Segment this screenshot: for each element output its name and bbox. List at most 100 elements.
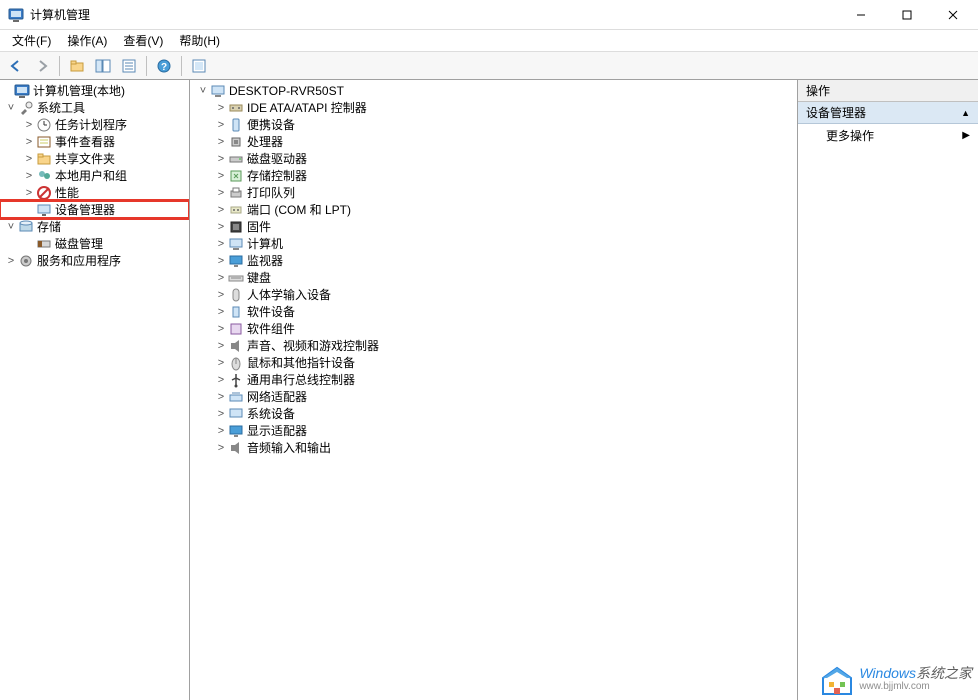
device-item-13[interactable]: >软件组件: [190, 320, 797, 337]
tree-expander[interactable]: >: [214, 289, 228, 301]
device-item-10[interactable]: > 键盘: [190, 269, 797, 286]
left-tree-item-0-2[interactable]: >共享文件夹: [0, 150, 189, 167]
tree-expander[interactable]: >: [214, 323, 228, 335]
device-item-15[interactable]: >鼠标和其他指针设备: [190, 354, 797, 371]
menu-view[interactable]: 查看(V): [115, 30, 171, 51]
device-item-17[interactable]: >网络适配器: [190, 388, 797, 405]
tree-expander[interactable]: >: [214, 442, 228, 454]
tree-expander[interactable]: >: [214, 153, 228, 165]
device-item-4[interactable]: >存储控制器: [190, 167, 797, 184]
device-item-20[interactable]: >音频输入和输出: [190, 439, 797, 456]
hid-icon: [228, 287, 244, 303]
device-item-7[interactable]: >固件: [190, 218, 797, 235]
tree-expander[interactable]: >: [214, 170, 228, 182]
device-item-12[interactable]: >软件设备: [190, 303, 797, 320]
tree-root-computer-mgmt[interactable]: 计算机管理(本地): [0, 82, 189, 99]
tree-expander[interactable]: >: [214, 408, 228, 420]
tree-expander[interactable]: >: [214, 391, 228, 403]
tree-label: 设备管理器: [55, 201, 115, 218]
left-tree-item-1-0[interactable]: 磁盘管理: [0, 235, 189, 252]
minimize-button[interactable]: [838, 0, 884, 29]
left-tree-item-0-4[interactable]: >性能: [0, 184, 189, 201]
tree-label: 通用串行总线控制器: [247, 371, 355, 388]
window-title: 计算机管理: [30, 6, 838, 23]
svg-text:?: ?: [161, 62, 167, 73]
system-icon: [228, 406, 244, 422]
tree-expander[interactable]: >: [214, 221, 228, 233]
toolbar: ?: [0, 52, 978, 80]
tree-expander[interactable]: >: [214, 340, 228, 352]
tree-expander[interactable]: >: [214, 238, 228, 250]
actions-section-device-manager[interactable]: 设备管理器 ▲: [798, 102, 978, 124]
tree-label: 事件查看器: [55, 133, 115, 150]
help-button[interactable]: ?: [152, 54, 176, 78]
tree-expander[interactable]: >: [22, 170, 36, 182]
close-button[interactable]: [930, 0, 976, 29]
app-icon: [8, 7, 24, 23]
tree-expander[interactable]: >: [214, 204, 228, 216]
menu-file[interactable]: 文件(F): [4, 30, 59, 51]
left-tree-item-0-0[interactable]: >任务计划程序: [0, 116, 189, 133]
device-item-3[interactable]: >磁盘驱动器: [190, 150, 797, 167]
device-item-6[interactable]: >端口 (COM 和 LPT): [190, 201, 797, 218]
left-tree-item-0-5[interactable]: 设备管理器: [0, 201, 189, 218]
house-icon: [821, 664, 853, 696]
left-tree-item-0[interactable]: ˅系统工具: [0, 99, 189, 116]
tree-expander[interactable]: >: [22, 136, 36, 148]
left-tree-item-2[interactable]: >服务和应用程序: [0, 252, 189, 269]
toolbar-separator: [59, 56, 60, 76]
tree-expander[interactable]: >: [214, 136, 228, 148]
device-item-5[interactable]: >打印队列: [190, 184, 797, 201]
device-item-9[interactable]: > 监视器: [190, 252, 797, 269]
display-icon: [228, 423, 244, 439]
tree-expander[interactable]: >: [214, 357, 228, 369]
shared-folders-icon: [36, 151, 52, 167]
tree-expander[interactable]: >: [214, 255, 228, 267]
tree-expander[interactable]: ˅: [196, 85, 210, 97]
tree-label: 键盘: [247, 269, 271, 286]
device-item-0[interactable]: >IDE ATA/ATAPI 控制器: [190, 99, 797, 116]
menu-action[interactable]: 操作(A): [59, 30, 115, 51]
device-item-8[interactable]: >计算机: [190, 235, 797, 252]
tree-expander[interactable]: ˅: [4, 102, 18, 114]
show-hide-tree-button[interactable]: [91, 54, 115, 78]
tree-expander[interactable]: >: [22, 187, 36, 199]
menu-help[interactable]: 帮助(H): [171, 30, 228, 51]
actions-header: 操作: [798, 80, 978, 102]
actions-more[interactable]: 更多操作 ▶: [798, 124, 978, 146]
tree-expander[interactable]: >: [214, 272, 228, 284]
device-item-18[interactable]: >系统设备: [190, 405, 797, 422]
refresh-button[interactable]: [187, 54, 211, 78]
left-tree-item-1[interactable]: ˅存储: [0, 218, 189, 235]
tree-expander[interactable]: >: [214, 374, 228, 386]
tree-expander[interactable]: >: [22, 153, 36, 165]
device-tree-root[interactable]: ˅DESKTOP-RVR50ST: [190, 82, 797, 99]
left-tree-item-0-1[interactable]: > 事件查看器: [0, 133, 189, 150]
maximize-button[interactable]: [884, 0, 930, 29]
back-button[interactable]: [4, 54, 28, 78]
device-item-1[interactable]: >便携设备: [190, 116, 797, 133]
tree-expander[interactable]: ˅: [4, 221, 18, 233]
tree-label: 监视器: [247, 252, 283, 269]
device-item-16[interactable]: > 通用串行总线控制器: [190, 371, 797, 388]
forward-button[interactable]: [30, 54, 54, 78]
menubar: 文件(F) 操作(A) 查看(V) 帮助(H): [0, 30, 978, 52]
disk-mgmt-icon: [36, 236, 52, 252]
tree-expander[interactable]: >: [214, 102, 228, 114]
left-tree-item-0-3[interactable]: >本地用户和组: [0, 167, 189, 184]
task-scheduler-icon: [36, 117, 52, 133]
properties-button[interactable]: [117, 54, 141, 78]
tree-expander[interactable]: >: [214, 187, 228, 199]
storage-icon: [18, 219, 34, 235]
device-item-14[interactable]: >声音、视频和游戏控制器: [190, 337, 797, 354]
tree-expander[interactable]: >: [214, 306, 228, 318]
device-item-2[interactable]: >处理器: [190, 133, 797, 150]
device-item-11[interactable]: >人体学输入设备: [190, 286, 797, 303]
tree-expander[interactable]: >: [214, 425, 228, 437]
actions-more-label: 更多操作: [826, 127, 874, 144]
device-item-19[interactable]: >显示适配器: [190, 422, 797, 439]
up-button[interactable]: [65, 54, 89, 78]
tree-expander[interactable]: >: [214, 119, 228, 131]
tree-expander[interactable]: >: [4, 255, 18, 267]
tree-expander[interactable]: >: [22, 119, 36, 131]
